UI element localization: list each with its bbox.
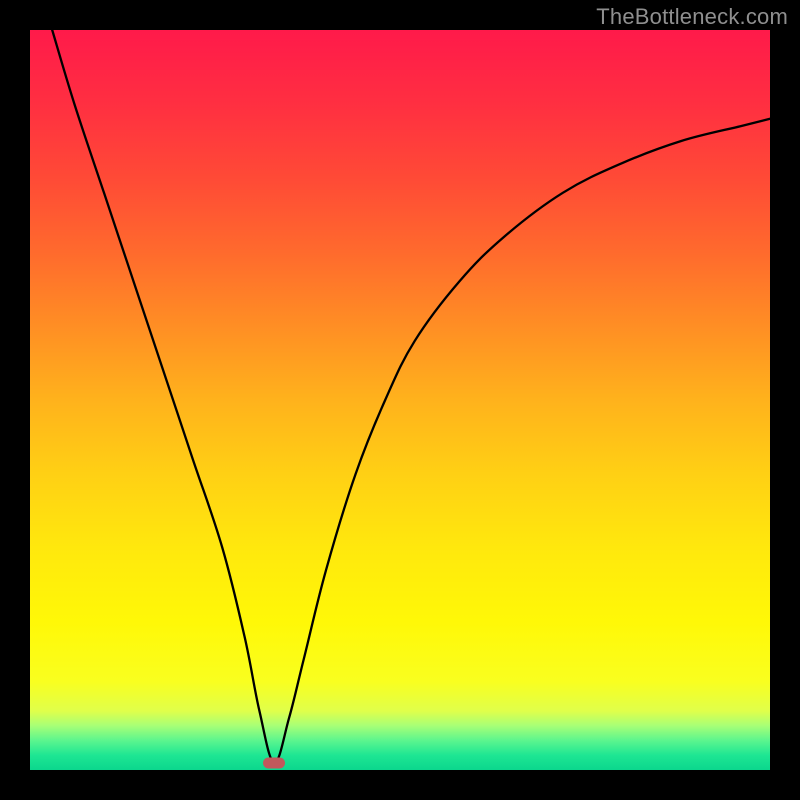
bottleneck-curve-path bbox=[52, 30, 770, 763]
plot-area bbox=[30, 30, 770, 770]
chart-frame: TheBottleneck.com bbox=[0, 0, 800, 800]
curve-svg bbox=[30, 30, 770, 770]
watermark-text: TheBottleneck.com bbox=[596, 4, 788, 30]
optimal-point-marker bbox=[263, 757, 285, 768]
